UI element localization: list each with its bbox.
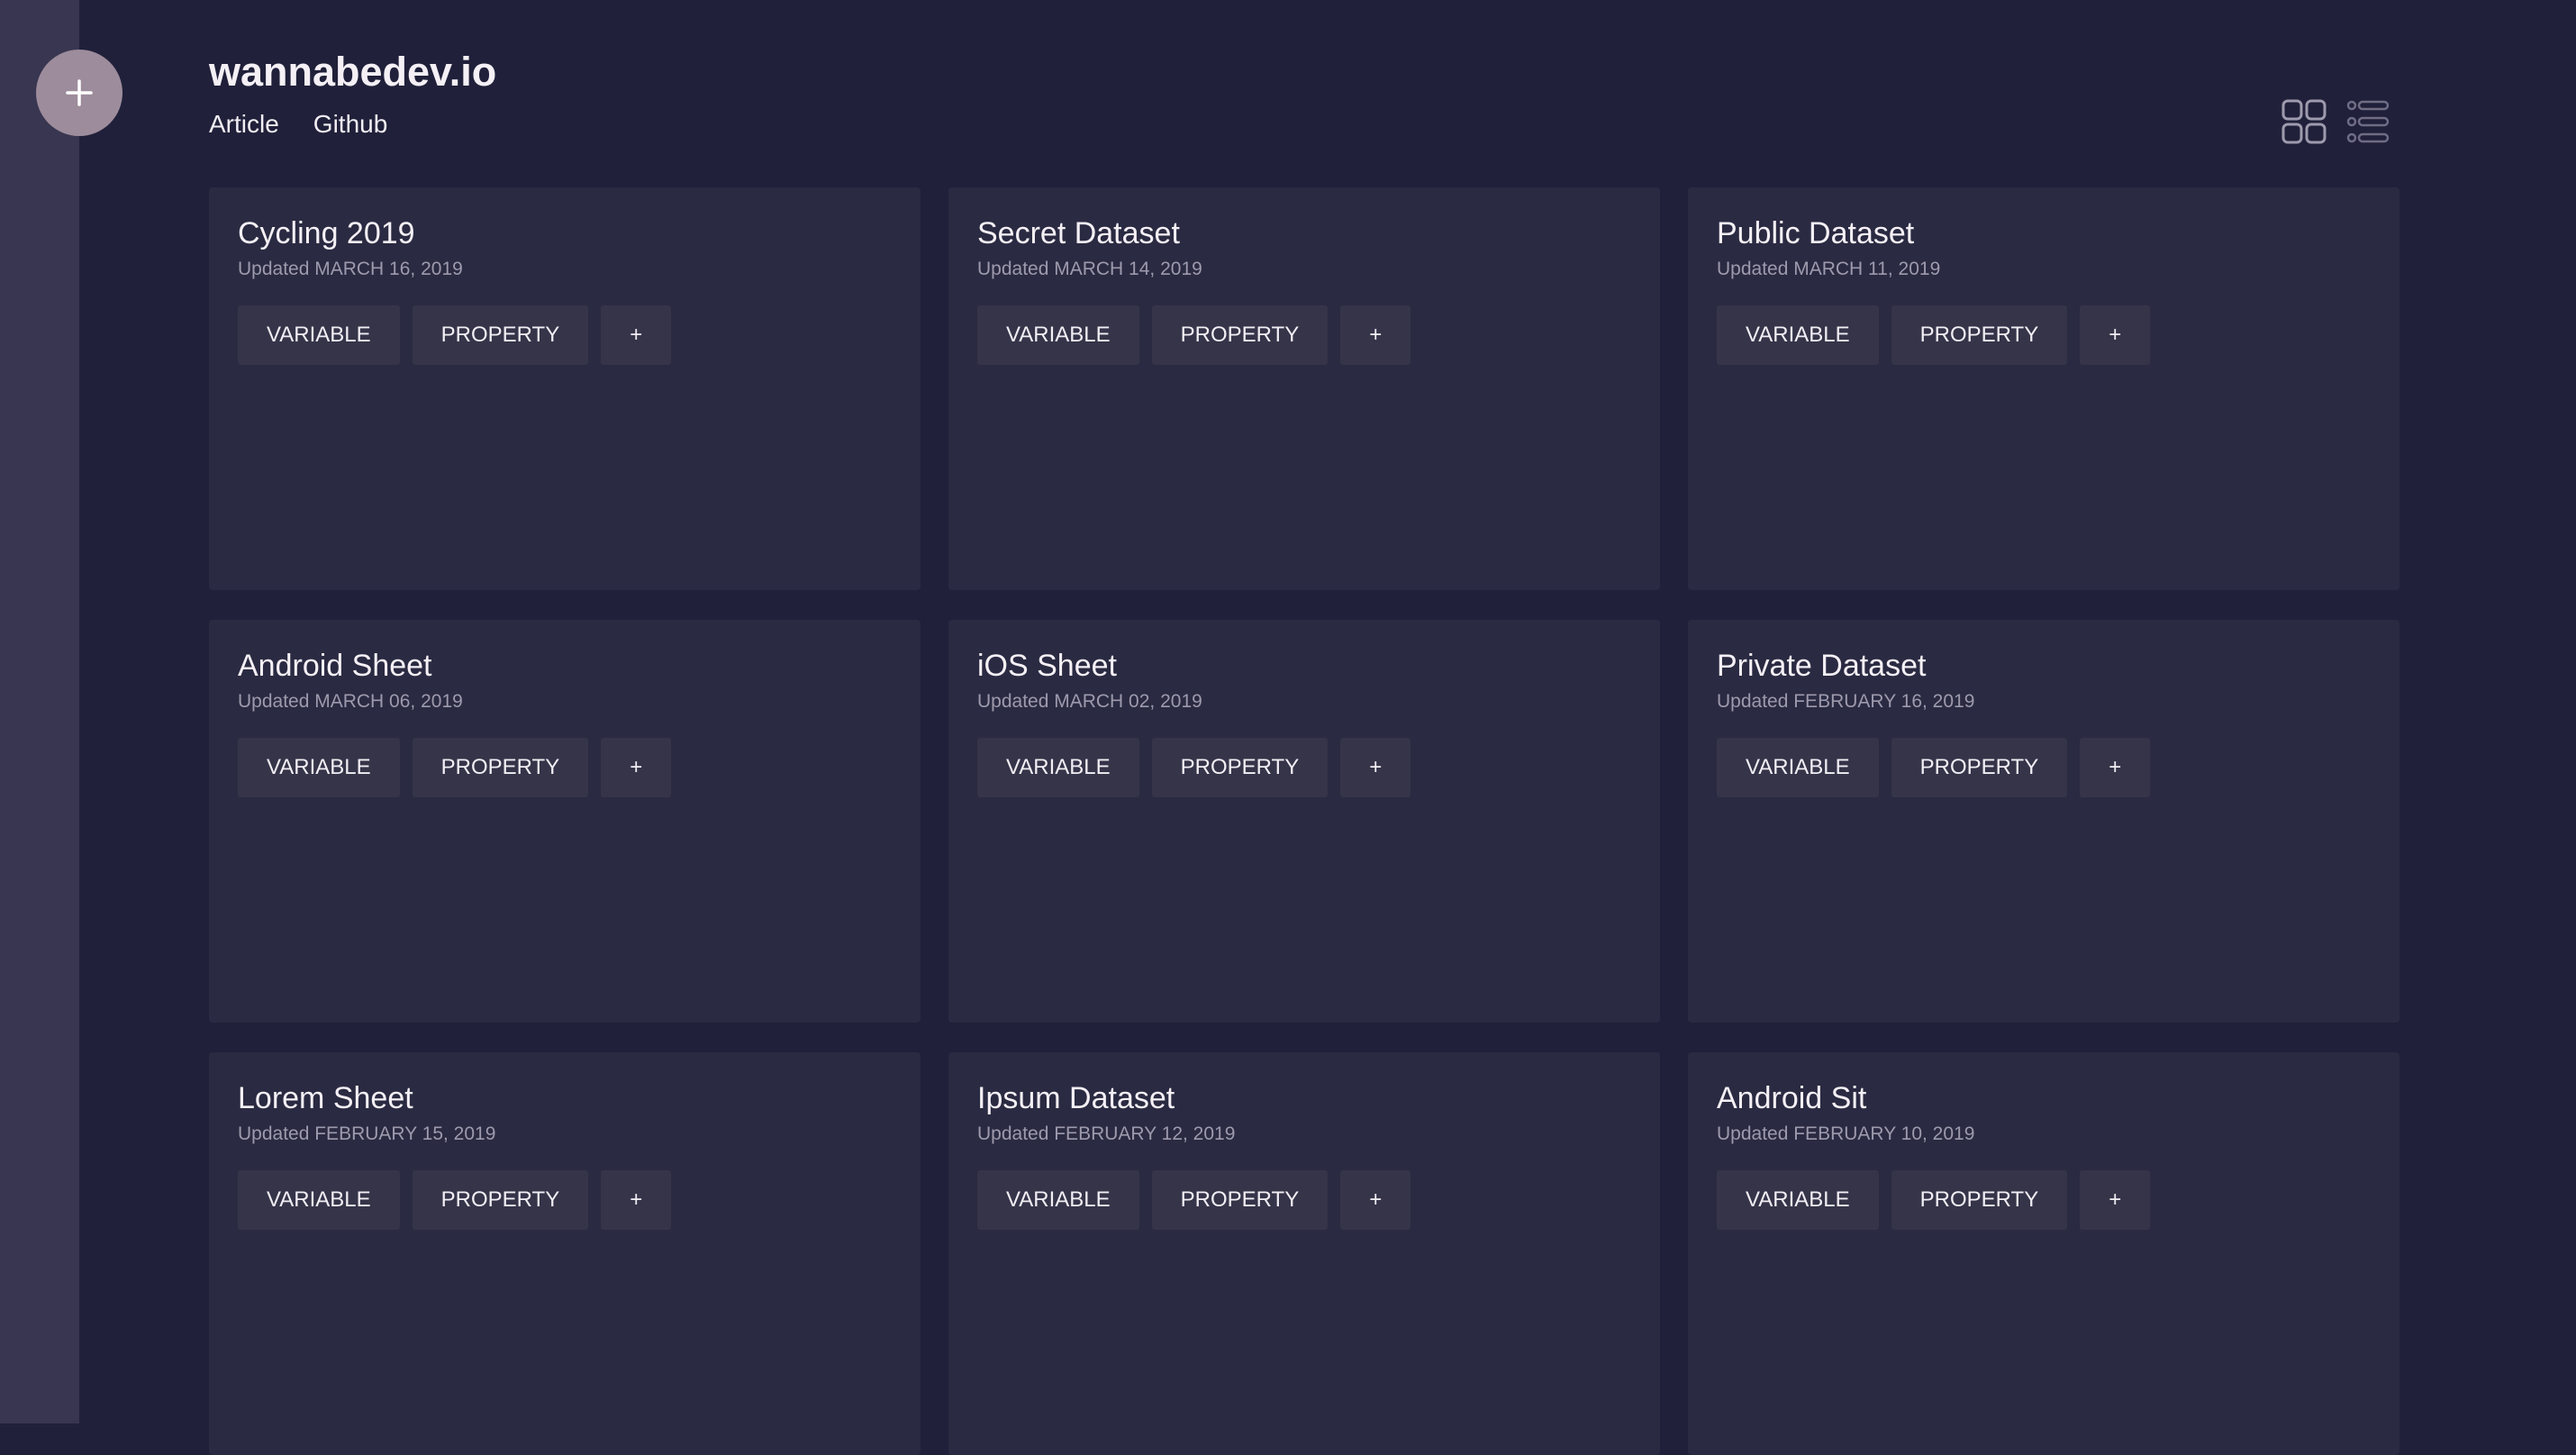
property-chip[interactable]: PROPERTY <box>412 305 589 365</box>
sidebar <box>0 0 79 1423</box>
dataset-card[interactable]: Android Sit Updated FEBRUARY 10, 2019 VA… <box>1688 1052 2399 1455</box>
property-chip[interactable]: PROPERTY <box>1151 305 1329 365</box>
variable-chip[interactable]: VARIABLE <box>1717 1170 1879 1230</box>
card-updated-date: Updated FEBRUARY 15, 2019 <box>238 1123 496 1144</box>
nav-link-github[interactable]: Github <box>313 106 388 142</box>
card-updated-date: Updated FEBRUARY 12, 2019 <box>977 1123 1236 1144</box>
card-chips: VARIABLE PROPERTY + <box>977 1170 1631 1230</box>
add-chip-button[interactable]: + <box>1340 305 1411 365</box>
dataset-card[interactable]: Lorem Sheet Updated FEBRUARY 15, 2019 VA… <box>209 1052 921 1455</box>
property-chip[interactable]: PROPERTY <box>1151 1170 1329 1230</box>
grid-view-icon[interactable] <box>2281 99 2327 144</box>
card-updated-date: Updated FEBRUARY 16, 2019 <box>1717 691 1975 712</box>
add-chip-button[interactable]: + <box>1340 738 1411 797</box>
add-chip-button[interactable]: + <box>2080 1170 2151 1230</box>
add-chip-button[interactable]: + <box>2080 738 2151 797</box>
dataset-card[interactable]: Secret Dataset Updated MARCH 14, 2019 VA… <box>948 187 1660 590</box>
dataset-card[interactable]: iOS Sheet Updated MARCH 02, 2019 VARIABL… <box>948 620 1660 1023</box>
dataset-card[interactable]: Cycling 2019 Updated MARCH 16, 2019 VARI… <box>209 187 921 590</box>
card-updated-date: Updated FEBRUARY 10, 2019 <box>1717 1123 1975 1144</box>
card-updated-date: Updated MARCH 11, 2019 <box>1717 259 1941 279</box>
dataset-card[interactable]: Ipsum Dataset Updated FEBRUARY 12, 2019 … <box>948 1052 1660 1455</box>
nav-link-article[interactable]: Article <box>209 106 279 142</box>
card-updated-date: Updated MARCH 14, 2019 <box>977 259 1202 279</box>
property-chip[interactable]: PROPERTY <box>1891 1170 2068 1230</box>
card-title: Ipsum Dataset <box>977 1081 1175 1115</box>
card-title: Cycling 2019 <box>238 216 415 250</box>
dataset-card[interactable]: Android Sheet Updated MARCH 06, 2019 VAR… <box>209 620 921 1023</box>
card-title: Android Sit <box>1717 1081 1867 1115</box>
card-chips: VARIABLE PROPERTY + <box>238 738 892 797</box>
card-chips: VARIABLE PROPERTY + <box>1717 738 2371 797</box>
variable-chip[interactable]: VARIABLE <box>238 1170 400 1230</box>
card-updated-date: Updated MARCH 02, 2019 <box>977 691 1202 712</box>
card-chips: VARIABLE PROPERTY + <box>977 738 1631 797</box>
card-title: Private Dataset <box>1717 649 1927 683</box>
add-chip-button[interactable]: + <box>2080 305 2151 365</box>
card-title: Lorem Sheet <box>238 1081 413 1115</box>
property-chip[interactable]: PROPERTY <box>1891 738 2068 797</box>
plus-icon <box>66 79 93 106</box>
add-chip-button[interactable]: + <box>1340 1170 1411 1230</box>
variable-chip[interactable]: VARIABLE <box>977 738 1139 797</box>
card-chips: VARIABLE PROPERTY + <box>977 305 1631 365</box>
dataset-card[interactable]: Public Dataset Updated MARCH 11, 2019 VA… <box>1688 187 2399 590</box>
add-chip-button[interactable]: + <box>601 1170 672 1230</box>
card-chips: VARIABLE PROPERTY + <box>238 305 892 365</box>
variable-chip[interactable]: VARIABLE <box>238 305 400 365</box>
property-chip[interactable]: PROPERTY <box>1891 305 2068 365</box>
card-title: Secret Dataset <box>977 216 1180 250</box>
card-chips: VARIABLE PROPERTY + <box>238 1170 892 1230</box>
card-title: iOS Sheet <box>977 649 1117 683</box>
card-chips: VARIABLE PROPERTY + <box>1717 305 2371 365</box>
property-chip[interactable]: PROPERTY <box>412 1170 589 1230</box>
variable-chip[interactable]: VARIABLE <box>977 305 1139 365</box>
card-updated-date: Updated MARCH 06, 2019 <box>238 691 463 712</box>
add-chip-button[interactable]: + <box>601 738 672 797</box>
property-chip[interactable]: PROPERTY <box>1151 738 1329 797</box>
variable-chip[interactable]: VARIABLE <box>238 738 400 797</box>
main-nav: Article Github <box>209 106 496 142</box>
header: wannabedev.io Article Github <box>209 45 496 142</box>
dataset-card[interactable]: Private Dataset Updated FEBRUARY 16, 201… <box>1688 620 2399 1023</box>
card-chips: VARIABLE PROPERTY + <box>1717 1170 2371 1230</box>
site-title: wannabedev.io <box>209 49 497 95</box>
add-chip-button[interactable]: + <box>601 305 672 365</box>
variable-chip[interactable]: VARIABLE <box>1717 305 1879 365</box>
variable-chip[interactable]: VARIABLE <box>977 1170 1139 1230</box>
card-title: Public Dataset <box>1717 216 1915 250</box>
view-toggle <box>2281 99 2391 144</box>
card-title: Android Sheet <box>238 649 432 683</box>
card-updated-date: Updated MARCH 16, 2019 <box>238 259 463 279</box>
add-button[interactable] <box>36 50 122 136</box>
property-chip[interactable]: PROPERTY <box>412 738 589 797</box>
variable-chip[interactable]: VARIABLE <box>1717 738 1879 797</box>
dataset-grid: Cycling 2019 Updated MARCH 16, 2019 VARI… <box>209 187 2399 1455</box>
list-view-icon[interactable] <box>2346 99 2391 144</box>
